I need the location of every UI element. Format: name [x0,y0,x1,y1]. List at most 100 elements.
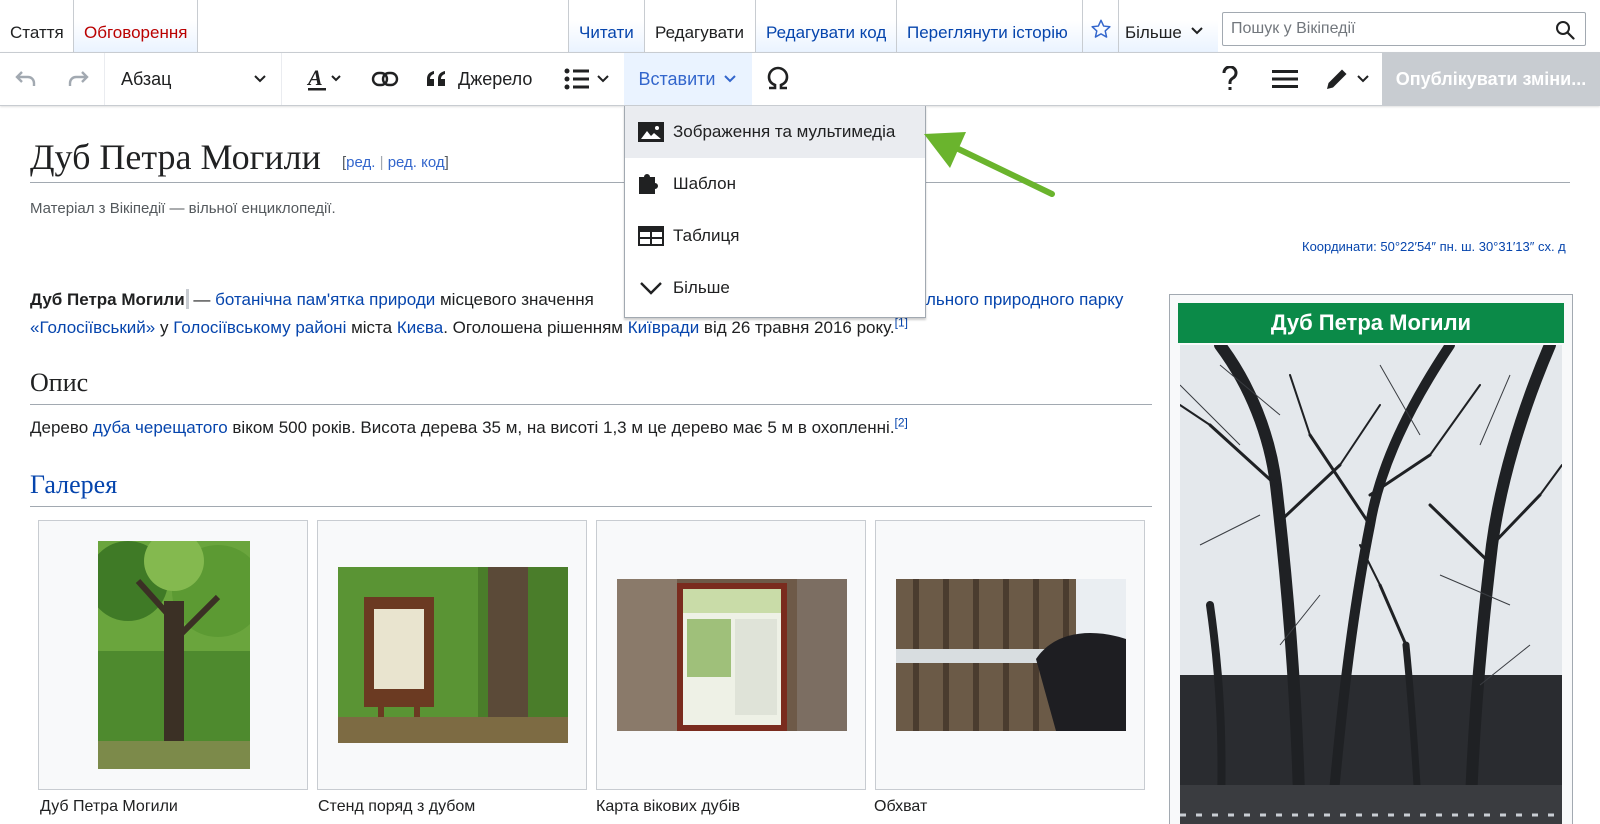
puzzle-icon [637,170,665,198]
tab-edit[interactable]: Редагувати [644,0,755,52]
insert-menu-label: Вставити [638,68,716,89]
text-style-button[interactable]: A [296,53,352,105]
insert-template-item[interactable]: Шаблон [625,158,925,210]
intro-link-park-tail[interactable]: льного природного парку [926,286,1123,314]
intro-text-1: місцевого значення [435,290,594,309]
paragraph-format-label: Абзац [121,68,172,89]
intro-link-natural-monument[interactable]: ботанічна пам'ятка природи [215,290,435,309]
publish-label: Опублікувати зміни... [1395,68,1587,89]
insert-table-item[interactable]: Таблиця [625,210,925,262]
chevron-down-icon [254,75,266,83]
search-input[interactable] [1231,14,1541,44]
chevron-down-icon [724,75,737,83]
image-icon [637,118,665,146]
intro-link-kyiv[interactable]: Києва [397,318,443,337]
intro-link-kyivrada[interactable]: Київради [628,318,699,337]
description-paragraph: Дерево дуба черещатого віком 500 років. … [30,414,908,442]
intro-link-district[interactable]: Голосіївському районі [173,318,346,337]
list-icon [564,68,609,90]
publish-button[interactable]: Опублікувати зміни... [1382,53,1600,105]
description-text-1: Дерево [30,418,93,437]
description-link-oak[interactable]: дуба черещатого [93,418,228,437]
page-options-button[interactable] [1262,53,1308,105]
annotation-arrow [924,132,1055,197]
undo-button[interactable] [0,53,52,105]
cite-button[interactable]: Джерело [418,53,544,105]
tab-edit-label: Редагувати [655,23,744,42]
watch-star-button[interactable] [1082,0,1118,52]
coordinates-link[interactable]: 50°22′54″ пн. ш. 30°31′13″ сх. д [1380,239,1565,254]
tab-history-label: Переглянути історію [907,23,1068,42]
insert-media-item[interactable]: Зображення та мультимедіа [625,106,925,158]
pencil-icon [1327,69,1369,89]
title-edit-links: [ред. | ред. код] [342,154,449,171]
intro-text-4: . Оголошена рішенням [443,318,628,337]
section-heading-gallery[interactable]: Галерея [30,470,117,500]
special-character-button[interactable] [758,53,798,105]
tab-read[interactable]: Читати [568,0,644,52]
section-divider [30,404,1152,405]
gallery-caption: Стенд поряд з дубом [318,798,476,815]
link-button[interactable] [362,53,408,105]
intro-line-1: Дуб Петра Могили — ботанічна пам'ятка пр… [30,286,594,314]
list-button[interactable] [560,53,616,105]
redo-button[interactable] [52,53,104,105]
gallery-caption: Обхват [874,798,928,815]
menu-icon [1272,70,1298,88]
insert-menu-dropdown: Зображення та мультимедіа Шаблон Таблиця… [624,106,926,318]
paragraph-format-dropdown[interactable]: Абзац [105,53,281,105]
tab-talk-label: Обговорення [84,23,188,42]
reference-2[interactable]: [2] [895,415,908,429]
site-tagline: Матеріал з Вікіпедії — вільної енциклопе… [30,200,336,217]
insert-media-label: Зображення та мультимедіа [673,122,896,141]
infobox-image[interactable] [1180,345,1562,824]
help-button[interactable] [1210,53,1250,105]
more-menu-button[interactable]: Більше [1118,0,1218,52]
search-icon[interactable] [1555,20,1575,40]
description-text-2: віком 500 років. Висота дерева 35 м, на … [227,418,895,437]
editor-toolbar: Абзац A Джерело Вставити Опублікувати зм… [0,52,1600,106]
tab-article[interactable]: Стаття [0,0,74,52]
intro-line-2: «Голосіївський» у Голосіївському районі … [30,314,908,342]
gallery-image-measure[interactable] [896,579,1126,731]
infobox-title: Дуб Петра Могили [1178,303,1564,343]
tab-history[interactable]: Переглянути історію [896,0,1082,52]
section-heading-description: Опис [30,368,89,397]
edit-section-link[interactable]: ред. [346,154,375,171]
insert-more-label: Більше [673,278,730,297]
gallery-image-oak[interactable] [98,541,250,769]
insert-more-item[interactable]: Більше [625,262,925,314]
intro-link-holosiivskyi[interactable]: «Голосіївський» [30,318,155,337]
tab-edit-source[interactable]: Редагувати код [755,0,896,52]
toolbar-separator [281,53,282,105]
gallery-image-stand[interactable] [338,567,568,743]
tab-read-label: Читати [579,23,634,42]
gallery-caption: Дуб Петра Могили [40,798,178,815]
intro-text-5: від 26 травня 2016 року. [699,318,895,337]
tab-article-label: Стаття [10,23,64,42]
edit-source-section-link[interactable]: ред. код [388,154,445,171]
gallery-item [596,520,866,790]
help-icon [1222,66,1238,90]
svg-text:A: A [306,66,323,90]
text-style-icon: A [306,66,341,91]
intro-dash: — [188,290,216,309]
intro-text-3: міста [346,318,397,337]
edit-mode-button[interactable] [1318,53,1378,105]
gallery-image-map[interactable] [617,579,847,731]
bracket-close: ] [444,154,449,171]
omega-icon [767,66,789,90]
gallery-item [38,520,308,790]
chevron-down-icon [1191,27,1203,35]
undo-icon [15,71,36,86]
tab-edit-source-label: Редагувати код [766,23,887,42]
insert-menu-button[interactable]: Вставити [624,53,752,105]
edit-link-separator: | [375,154,388,171]
tab-talk[interactable]: Обговорення [74,0,198,52]
gallery-item [317,520,587,790]
chevron-down-icon [637,274,665,302]
star-icon [1091,19,1111,38]
cite-label: Джерело [458,68,533,89]
coordinates: Координати: 50°22′54″ пн. ш. 30°31′13″ с… [1302,239,1600,254]
infobox: Дуб Петра Могили [1169,294,1573,824]
